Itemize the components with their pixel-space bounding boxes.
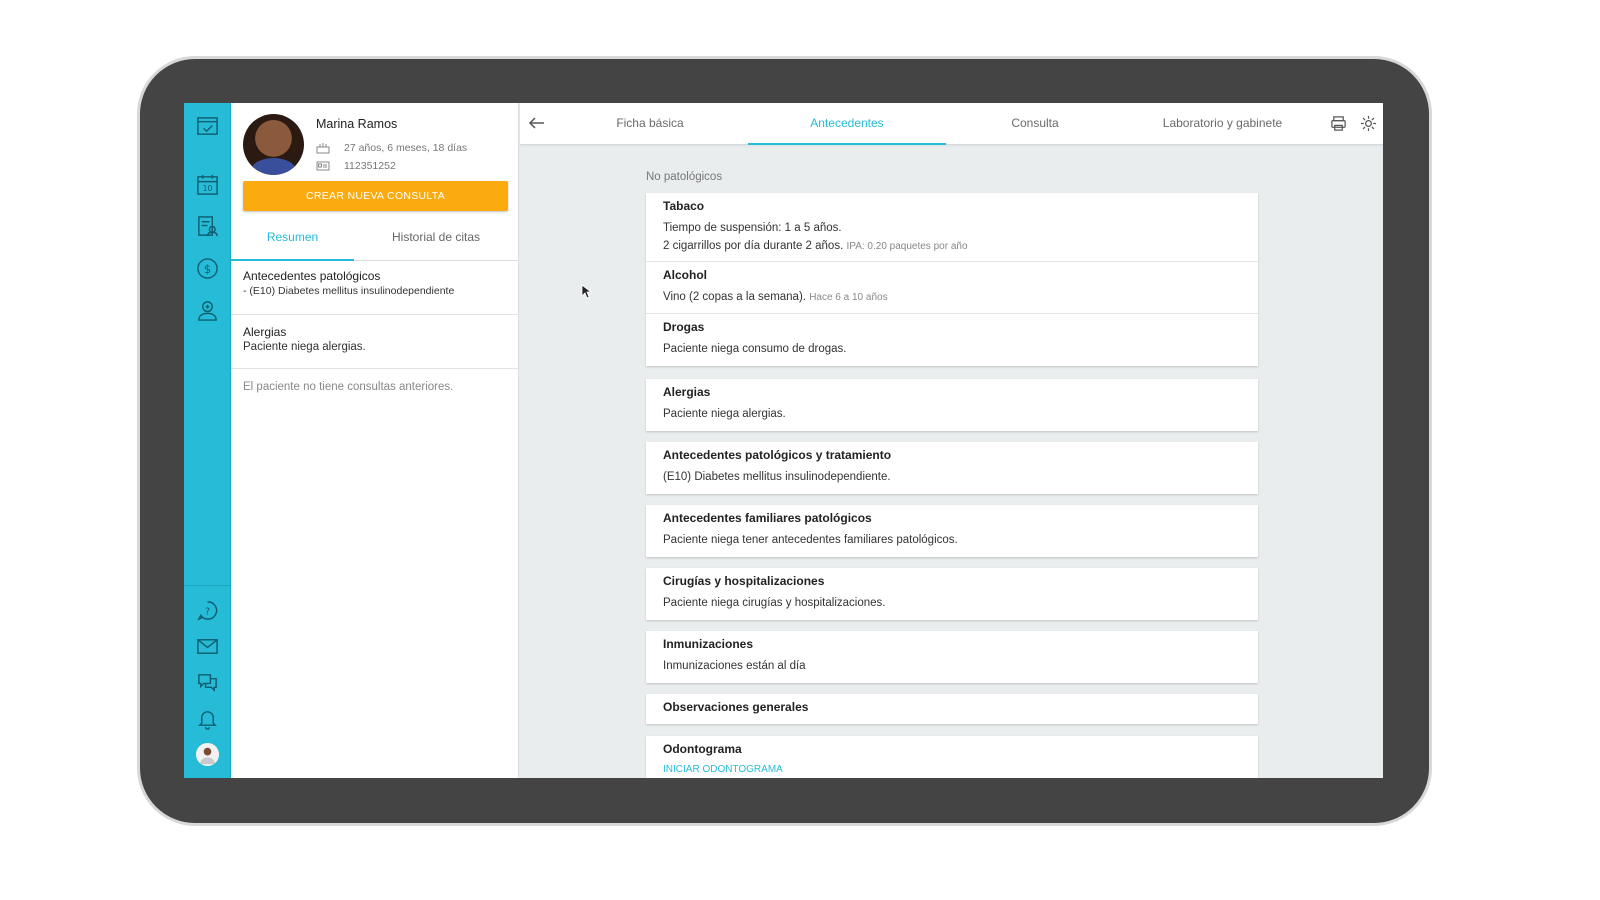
card-detail: Paciente niega cirugías y hospitalizacio…: [663, 597, 886, 609]
bell-icon[interactable]: [196, 707, 219, 730]
top-nav: Ficha básica Antecedentes Consulta Labor…: [520, 103, 1383, 145]
tab-resumen[interactable]: Resumen: [231, 223, 354, 261]
patient-age-row: 27 años, 6 meses, 18 días: [316, 142, 467, 154]
tabaco-ipa: IPA: 0.20 paquetes por año: [846, 241, 968, 252]
printer-icon[interactable]: [1330, 115, 1347, 132]
row-detail: Tiempo de suspensión: 1 a 5 años. 2 ciga…: [663, 219, 1241, 256]
tab-consulta[interactable]: Consulta: [950, 103, 1120, 145]
patient-name: Marina Ramos: [316, 117, 398, 131]
gear-icon[interactable]: [1360, 115, 1377, 132]
patient-icon[interactable]: [196, 299, 219, 322]
alcohol-note: Hace 6 a 10 años: [809, 292, 888, 303]
summary-allergies: Alergias Paciente niega alergias.: [231, 325, 519, 369]
logo-icon[interactable]: [196, 115, 219, 138]
card-title: Odontograma: [663, 742, 742, 756]
patient-panel: Marina Ramos 27 años, 6 meses, 18 días 1…: [231, 103, 519, 778]
tabaco-consumo-text: 2 cigarrillos por día durante 2 años.: [663, 240, 844, 252]
birthday-cake-icon: [316, 143, 330, 154]
calendar-icon[interactable]: 10: [196, 173, 219, 196]
patient-tabs: Resumen Historial de citas: [231, 223, 519, 261]
card-detail: Inmunizaciones están al día: [663, 660, 806, 672]
card-detail: (E10) Diabetes mellitus insulinodependie…: [663, 471, 891, 483]
svg-text:$: $: [204, 262, 211, 276]
patient-photo: [243, 114, 304, 175]
section-label: No patológicos: [646, 171, 723, 183]
svg-text:?: ?: [205, 606, 210, 617]
row-title: Alcohol: [663, 268, 707, 282]
antecedentes-content: No patológicos Tabaco Tiempo de suspensi…: [520, 146, 1383, 778]
card-title: Antecedentes familiares patológicos: [663, 511, 872, 525]
cirugias-card[interactable]: Cirugías y hospitalizaciones Paciente ni…: [646, 568, 1258, 620]
card-title: Inmunizaciones: [663, 637, 754, 651]
id-card-icon: [316, 161, 330, 171]
no-consults-text: El paciente no tiene consultas anteriore…: [243, 381, 454, 393]
summary-detail: Paciente niega alergias.: [243, 341, 366, 353]
card-title: Cirugías y hospitalizaciones: [663, 574, 825, 588]
drogas-row[interactable]: Drogas Paciente niega consumo de drogas.: [646, 314, 1258, 366]
card-title: Alergias: [663, 385, 711, 399]
summary-title: Antecedentes patológicos: [243, 269, 381, 283]
tabaco-row[interactable]: Tabaco Tiempo de suspensión: 1 a 5 años.…: [646, 193, 1258, 262]
mouse-cursor-icon: [581, 284, 591, 299]
user-avatar[interactable]: [196, 743, 219, 766]
rail-divider: [184, 585, 231, 586]
iniciar-odontograma-link[interactable]: INICIAR ODONTOGRAMA: [663, 764, 1241, 775]
row-title: Drogas: [663, 320, 705, 334]
card-detail: Paciente niega alergias.: [663, 408, 786, 420]
help-icon[interactable]: ?: [196, 599, 219, 622]
alergias-card[interactable]: Alergias Paciente niega alergias.: [646, 379, 1258, 431]
card-detail: Paciente niega tener antecedentes famili…: [663, 534, 958, 546]
chat-icon[interactable]: [196, 671, 219, 694]
app-screen: 10 $ ? Marina Ramos 27 años, 6 meses, 18…: [184, 103, 1383, 778]
records-icon[interactable]: [196, 215, 219, 238]
tab-laboratorio-gabinete[interactable]: Laboratorio y gabinete: [1130, 103, 1315, 145]
row-detail: Vino (2 copas a la semana). Hace 6 a 10 …: [663, 288, 1241, 307]
row-detail: Paciente niega consumo de drogas.: [663, 343, 847, 355]
tab-antecedentes[interactable]: Antecedentes: [748, 103, 946, 145]
side-rail: 10 $ ?: [184, 103, 231, 778]
tab-ficha-basica[interactable]: Ficha básica: [560, 103, 740, 145]
card-title: Observaciones generales: [663, 700, 809, 714]
billing-icon[interactable]: $: [196, 257, 219, 280]
card-title: Antecedentes patológicos y tratamiento: [663, 448, 892, 462]
alcohol-text: Vino (2 copas a la semana).: [663, 291, 806, 303]
tabaco-consumo: 2 cigarrillos por día durante 2 años. IP…: [663, 237, 1241, 256]
summary-pathologic: Antecedentes patológicos - (E10) Diabete…: [231, 269, 519, 315]
mail-icon[interactable]: [196, 635, 219, 658]
patient-id: 112351252: [344, 160, 396, 172]
row-title: Tabaco: [663, 199, 705, 213]
no-patologicos-card: Tabaco Tiempo de suspensión: 1 a 5 años.…: [646, 193, 1258, 366]
inmunizaciones-card[interactable]: Inmunizaciones Inmunizaciones están al d…: [646, 631, 1258, 683]
summary-detail: - (E10) Diabetes mellitus insulinodepend…: [243, 285, 455, 297]
patient-id-row: 112351252: [316, 160, 396, 172]
calendar-day: 10: [203, 184, 213, 193]
back-arrow-icon[interactable]: [528, 114, 546, 132]
observaciones-card[interactable]: Observaciones generales: [646, 694, 1258, 724]
summary-title: Alergias: [243, 325, 287, 339]
tabaco-suspension: Tiempo de suspensión: 1 a 5 años.: [663, 222, 842, 234]
odontograma-card[interactable]: Odontograma INICIAR ODONTOGRAMA: [646, 736, 1258, 778]
antecedentes-familiares-card[interactable]: Antecedentes familiares patológicos Paci…: [646, 505, 1258, 557]
alcohol-row[interactable]: Alcohol Vino (2 copas a la semana). Hace…: [646, 262, 1258, 314]
create-consult-button[interactable]: CREAR NUEVA CONSULTA: [243, 181, 508, 211]
patient-age: 27 años, 6 meses, 18 días: [344, 142, 468, 154]
tab-historial-citas[interactable]: Historial de citas: [366, 223, 506, 261]
antecedentes-patologicos-card[interactable]: Antecedentes patológicos y tratamiento (…: [646, 442, 1258, 494]
